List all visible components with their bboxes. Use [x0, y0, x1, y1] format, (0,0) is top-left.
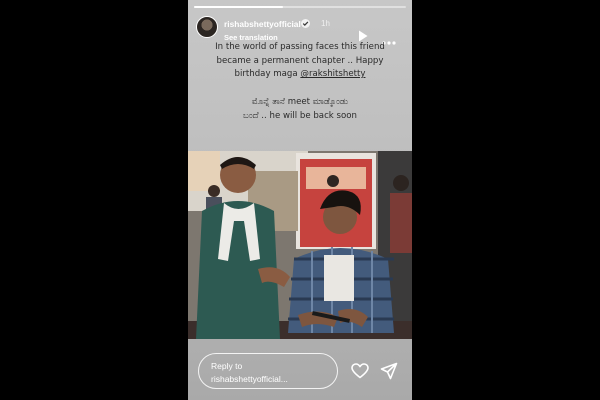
- reply-placeholder-line-1: Reply to: [211, 361, 243, 371]
- caption-line-5: ಬಂದೆ .. he will be back soon: [243, 111, 357, 121]
- send-icon[interactable]: [380, 362, 398, 380]
- see-translation-link[interactable]: See translation: [224, 33, 278, 42]
- story-progress-bar: [194, 6, 406, 8]
- username[interactable]: rishabshettyofficial: [224, 19, 301, 29]
- post-time: 1h: [321, 19, 330, 28]
- story-viewer[interactable]: rishabshettyofficial 1h See translation …: [188, 0, 412, 400]
- caption-line-3: birthday maga @rakshitshetty: [234, 69, 366, 79]
- story-photo: [188, 151, 412, 339]
- more-options-icon[interactable]: [382, 30, 396, 45]
- story-progress-fill: [194, 6, 284, 8]
- caption-line-4: ಮೊನ್ನೆ ತಾನೆ meet ಮಾಡ್ಕೊಂಡು: [251, 97, 349, 107]
- mention-link[interactable]: @rakshitshetty: [300, 69, 365, 79]
- play-icon[interactable]: [358, 27, 368, 42]
- caption-line-2: became a permanent chapter .. Happy: [216, 56, 384, 66]
- heart-icon[interactable]: [351, 363, 369, 379]
- verified-badge-icon: [301, 19, 310, 28]
- profile-avatar[interactable]: [196, 16, 218, 38]
- caption-line-1: In the world of passing faces this frien…: [215, 42, 385, 52]
- reply-placeholder-line-2: rishabshettyofficial...: [211, 374, 288, 384]
